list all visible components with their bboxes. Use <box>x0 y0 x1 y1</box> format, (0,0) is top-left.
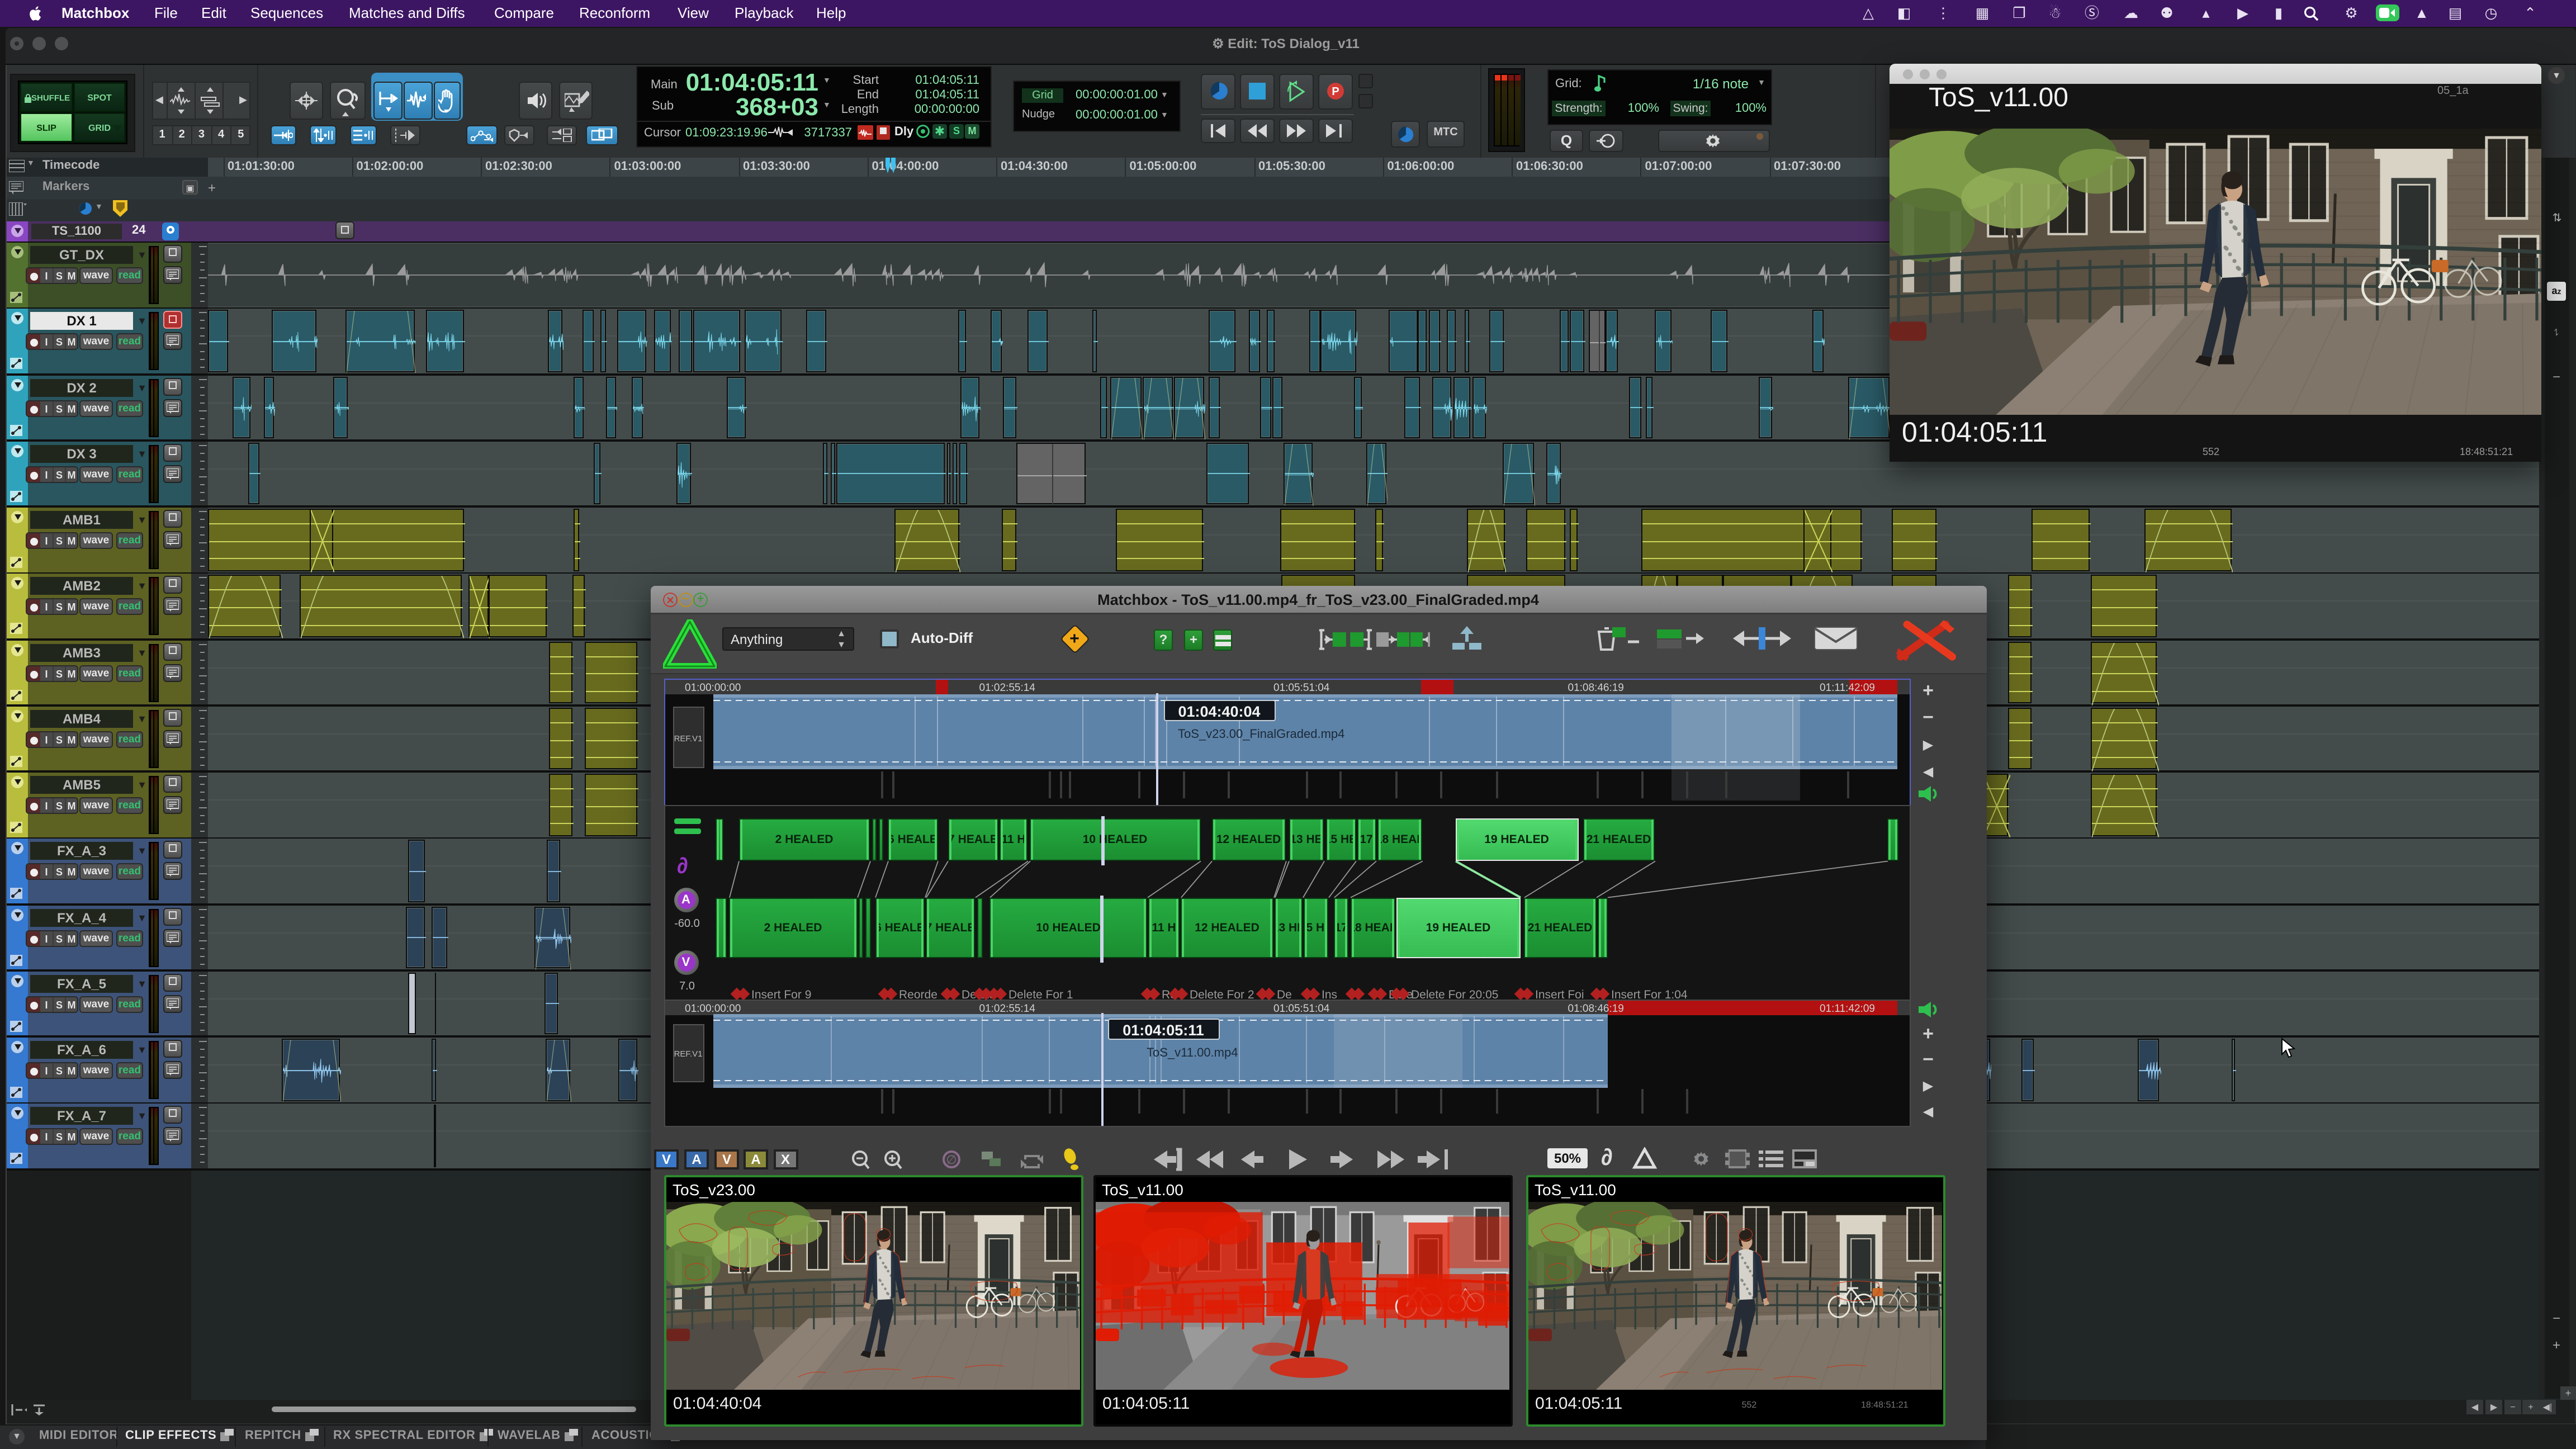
svg-text:P: P <box>1332 86 1339 98</box>
